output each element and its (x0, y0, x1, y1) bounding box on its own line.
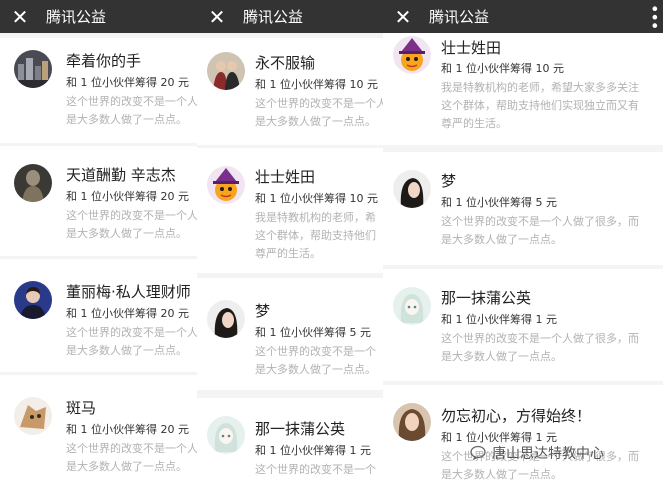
wechat-bubble-icon (470, 445, 486, 461)
donor-name: 斑马 (66, 399, 97, 417)
donor-message-line-1: 这个世界的改变不是一个人 (66, 326, 197, 339)
donation-amount: 和 1 位小伙伴筹得 20 元 (66, 190, 189, 203)
couple-photo-avatar (207, 52, 245, 90)
close-icon[interactable]: ✕ (8, 0, 32, 33)
donor-message-line-2: 这个群体，帮助支持他们 (255, 229, 376, 242)
donor-message-line-2: 是大多数人做了一点点。 (255, 363, 376, 376)
donor-message-line-1: 这个世界的改变不是一个人做了很多，而 (441, 332, 639, 345)
donor-message-line-2: 是大多数人做了一点点。 (66, 227, 187, 240)
screenshot-collage: 牵着你的手 和 1 位小伙伴筹得 20 元 这个世界的改变不是一个人 是大多数人… (0, 0, 663, 486)
donor-name: 永不服输 (255, 54, 316, 72)
donor-list-panel-2: 永不服输 和 1 位小伙伴筹得 10 元 这个世界的改变不是一个人 是大多数人做… (197, 0, 383, 486)
list-item[interactable]: 壮士姓田 和 1 位小伙伴筹得 10 元 我是特教机构的老师，希望大家多多关注 … (383, 33, 663, 145)
donor-name: 壮士姓田 (255, 168, 316, 186)
list-item[interactable]: 永不服输 和 1 位小伙伴筹得 10 元 这个世界的改变不是一个人 是大多数人做… (197, 38, 383, 145)
list-item[interactable]: 梦 和 1 位小伙伴筹得 5 元 这个世界的改变不是一个 是大多数人做了一点点。 (197, 278, 383, 390)
donor-name: 梦 (255, 302, 271, 320)
donor-name: 勿忘初心，方得始终！ (441, 407, 592, 425)
donor-message-line-2: 是大多数人做了一点点。 (66, 113, 187, 126)
witch-cartoon-avatar (393, 36, 431, 74)
list-item[interactable]: 牵着你的手 和 1 位小伙伴筹得 20 元 这个世界的改变不是一个人 是大多数人… (0, 38, 197, 143)
page-title: 腾讯公益 (46, 8, 107, 26)
donation-amount: 和 1 位小伙伴筹得 5 元 (255, 326, 371, 339)
donation-amount: 和 1 位小伙伴筹得 20 元 (66, 307, 189, 320)
girl-photo-avatar (393, 170, 431, 208)
list-item[interactable]: 壮士姓田 和 1 位小伙伴筹得 10 元 我是特教机构的老师，希 这个群体，帮助… (197, 148, 383, 273)
more-icon[interactable]: ••• (645, 4, 663, 29)
donor-message-line-2: 这个群体，帮助支持他们实现独立而又有 (441, 99, 639, 112)
donor-message-line-1: 我是特教机构的老师，希 (255, 211, 376, 224)
list-item[interactable]: 梦 和 1 位小伙伴筹得 5 元 这个世界的改变不是一个人做了很多，而 是大多数… (383, 152, 663, 265)
donor-name: 牵着你的手 (66, 52, 142, 70)
list-item[interactable]: 那一抹蒲公英 和 1 位小伙伴筹得 1 元 这个世界的改变不是一个人做了很多，而… (383, 269, 663, 381)
donor-name: 那一抹蒲公英 (441, 289, 532, 307)
witch-cartoon-avatar (207, 166, 245, 204)
donor-message-line-2: 是大多数人做了一点点。 (66, 344, 187, 357)
donor-message-line-3: 尊严的生活。 (441, 117, 507, 130)
donor-message-line-2: 是大多数人做了一点点。 (441, 233, 562, 246)
donation-amount: 和 1 位小伙伴筹得 10 元 (441, 62, 564, 75)
donor-name: 董丽梅·私人理财师 (66, 283, 191, 301)
list-item[interactable]: 勿忘初心，方得始终！ 和 1 位小伙伴筹得 1 元 这个世界的改变不是一个人做了… (383, 385, 663, 486)
list-item[interactable]: 董丽梅·私人理财师 和 1 位小伙伴筹得 20 元 这个世界的改变不是一个人 是… (0, 259, 197, 372)
donation-amount: 和 1 位小伙伴筹得 5 元 (441, 196, 557, 209)
donor-message-line-1: 这个世界的改变不是一个人 (66, 95, 197, 108)
woman-photo-avatar (393, 403, 431, 441)
donor-name: 天道酬勤 辛志杰 (66, 166, 176, 184)
anime-girl-avatar (393, 287, 431, 325)
list-item[interactable]: 斑马 和 1 位小伙伴筹得 20 元 这个世界的改变不是一个人 是大多数人做了一… (0, 375, 197, 486)
cartoon-bear-avatar (14, 397, 52, 435)
donation-amount: 和 1 位小伙伴筹得 1 元 (441, 313, 557, 326)
close-icon[interactable]: ✕ (205, 0, 229, 33)
watermark: 唐山思达特教中心 (470, 440, 660, 466)
donor-message-line-1: 这个世界的改变不是一个 (255, 463, 376, 476)
donor-message-line-1: 这个世界的改变不是一个人做了很多，而 (441, 215, 639, 228)
donor-name: 梦 (441, 172, 457, 190)
statue-photo-avatar (14, 164, 52, 202)
list-item[interactable]: 那一抹蒲公英 和 1 位小伙伴筹得 1 元 这个世界的改变不是一个 (197, 398, 383, 486)
donor-list-panel-1: 牵着你的手 和 1 位小伙伴筹得 20 元 这个世界的改变不是一个人 是大多数人… (0, 0, 197, 486)
top-bar: ✕ 腾讯公益 (197, 0, 383, 33)
page-title: 腾讯公益 (243, 8, 304, 26)
list-item[interactable]: 天道酬勤 辛志杰 和 1 位小伙伴筹得 20 元 这个世界的改变不是一个人 是大… (0, 146, 197, 256)
watermark-text: 唐山思达特教中心 (492, 446, 604, 462)
donor-message-line-1: 这个世界的改变不是一个人 (66, 209, 197, 222)
donor-message-line-2: 是大多数人做了一点点。 (66, 460, 187, 473)
donor-message-line-1: 我是特教机构的老师，希望大家多多关注 (441, 81, 639, 94)
donor-name: 那一抹蒲公英 (255, 420, 346, 438)
donor-message-line-3: 尊严的生活。 (255, 247, 321, 260)
top-bar: ✕ 腾讯公益 ••• (383, 0, 663, 33)
anime-girl-avatar (207, 416, 245, 454)
top-bar: ✕ 腾讯公益 (0, 0, 197, 33)
donation-amount: 和 1 位小伙伴筹得 10 元 (255, 78, 378, 91)
page-title: 腾讯公益 (429, 8, 490, 26)
city-photo-avatar (14, 50, 52, 88)
donor-message-line-2: 是大多数人做了一点点。 (441, 350, 562, 363)
donation-amount: 和 1 位小伙伴筹得 10 元 (255, 192, 378, 205)
donor-message-line-1: 这个世界的改变不是一个人 (66, 442, 197, 455)
donor-message-line-1: 这个世界的改变不是一个 (255, 345, 376, 358)
portrait-photo-avatar (14, 281, 52, 319)
donor-message-line-2: 是大多数人做了一点点。 (255, 115, 376, 128)
girl-photo-avatar (207, 300, 245, 338)
donation-amount: 和 1 位小伙伴筹得 20 元 (66, 76, 189, 89)
donor-message-line-2: 是大多数人做了一点点。 (441, 468, 562, 481)
donor-list-panel-3: 壮士姓田 和 1 位小伙伴筹得 10 元 我是特教机构的老师，希望大家多多关注 … (383, 0, 663, 486)
donation-amount: 和 1 位小伙伴筹得 20 元 (66, 423, 189, 436)
donor-message-line-1: 这个世界的改变不是一个人 (255, 97, 383, 110)
donation-amount: 和 1 位小伙伴筹得 1 元 (255, 444, 371, 457)
donor-name: 壮士姓田 (441, 39, 502, 57)
close-icon[interactable]: ✕ (391, 0, 415, 33)
